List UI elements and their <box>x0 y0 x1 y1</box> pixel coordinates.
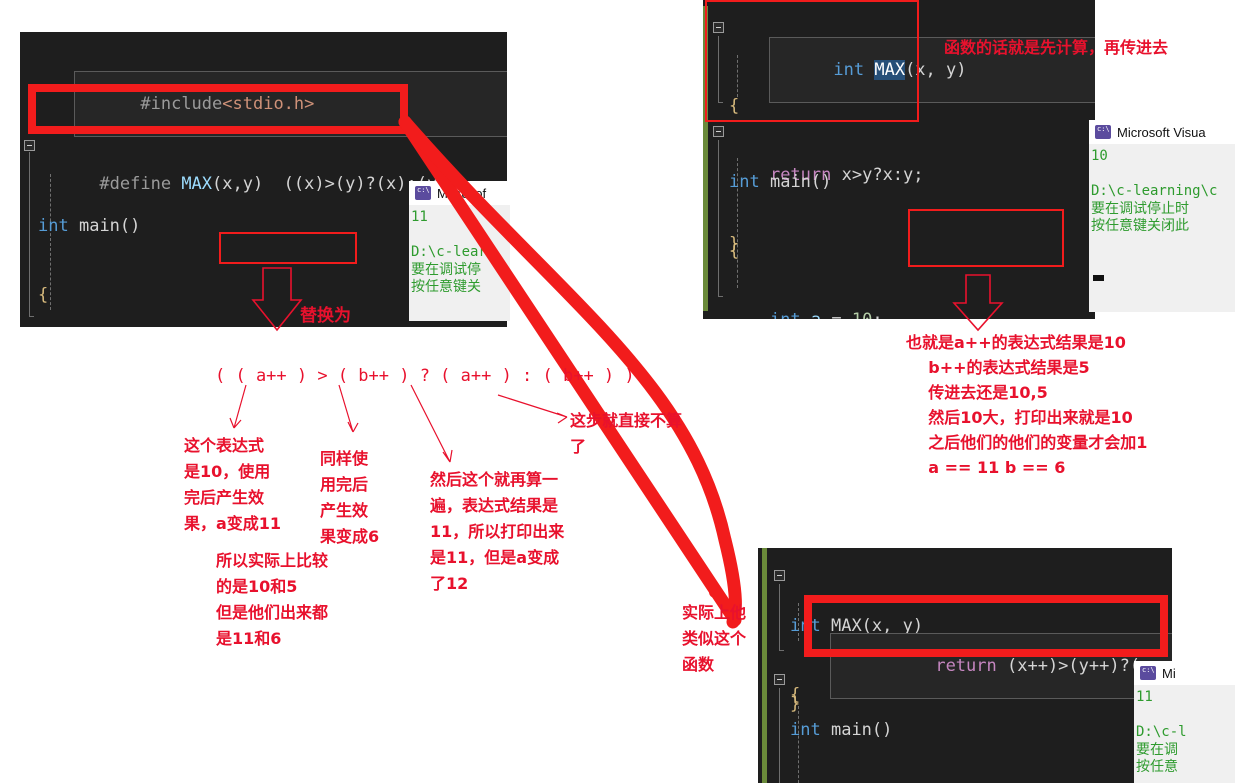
annotation-note-d: 这步就直接不算 了 <box>570 411 683 456</box>
code-line-main2[interactable]: int main() <box>729 174 1057 191</box>
code-line-main2-int-a[interactable]: int a = 10; <box>729 312 1057 320</box>
console-titlebar-bottom: Mi <box>1134 661 1235 685</box>
annotation-note-b: 同样使 用完后 产生效 果变成6 <box>320 449 380 546</box>
structure-guide-main3 <box>779 688 780 783</box>
annotation-expanded-expression: ( ( a++ ) > ( b++ ) ? ( a++ ) : ( b++ ) … <box>215 366 635 386</box>
annotation-replace-with: 替换为 <box>300 306 351 326</box>
structure-guide-main2-foot <box>718 296 723 297</box>
console-output-right: 10 D:\c-learning\c 要在调试停止时 按任意键关闭此 <box>1091 148 1218 234</box>
code-line-main3[interactable]: int main() <box>790 722 1128 739</box>
console-output-left: 11 D:\c-learn 要在调试停 按任意键关 <box>411 209 496 295</box>
structure-guide-max3 <box>779 584 780 650</box>
macro-define-highlight-box <box>28 84 408 134</box>
func-call-highlight-box <box>908 209 1064 267</box>
annotation-note-c: 然后这个就再算一 遍，表达式结果是 11，所以打印出来 是11，但是a变成 了1… <box>430 470 565 593</box>
macro-call-highlight-box <box>219 232 357 264</box>
max-function-highlight-box <box>705 0 919 122</box>
structure-guide <box>29 152 30 316</box>
console-title-right: Microsoft Visua <box>1117 124 1206 140</box>
collapse-toggle-main3[interactable] <box>774 674 785 685</box>
collapse-toggle-max3[interactable] <box>774 570 785 581</box>
console-titlebar-left: Microsof <box>409 181 510 205</box>
annotation-note-e: 所以实际上比较 的是10和5 但是他们出来都 是11和6 <box>216 551 329 648</box>
annotation-similar-function: 实际上他 类似这个 函数 <box>682 603 747 674</box>
console-icon <box>1095 125 1111 139</box>
console-icon <box>415 186 431 200</box>
console-titlebar-right: Microsoft Visua <box>1089 120 1235 144</box>
console-cursor <box>1093 275 1104 281</box>
function-with-postincrement-editor[interactable]: int MAX(x, y) { return (x++)>(y++)?(x++)… <box>758 548 1172 783</box>
structure-guide-max3-foot <box>779 650 784 651</box>
collapse-toggle-main2[interactable] <box>713 126 724 137</box>
annotation-function-header: 函数的话就是先计算，再传进去 <box>944 38 1169 57</box>
annotation-note-a: 这个表达式 是10，使用 完后产生效 果，a变成11 <box>184 436 282 533</box>
console-icon <box>1140 666 1156 680</box>
console-window-left[interactable]: Microsof 11 D:\c-learn 要在调试停 按任意键关 <box>409 181 510 321</box>
structure-guide-foot <box>29 316 34 317</box>
change-indicator-bar-3 <box>762 548 767 783</box>
console-title-bottom: Mi <box>1162 665 1176 681</box>
structure-guide-main2 <box>718 140 719 296</box>
code-line-open-brace[interactable]: { <box>38 287 366 304</box>
console-title-left: Microsof <box>437 185 487 201</box>
curve-endpoint-dot <box>709 586 721 598</box>
console-window-bottom[interactable]: Mi 11 D:\c-l 要在调 按任意 <box>1134 661 1235 783</box>
console-output-bottom: 11 D:\c-l 要在调 按任意 <box>1136 689 1187 775</box>
postincrement-return-highlight-box <box>804 595 1168 657</box>
console-window-right[interactable]: Microsoft Visua 10 D:\c-learning\c 要在调试停… <box>1089 120 1235 312</box>
annotation-function-result: 也就是a++的表达式结果是10 b++的表达式结果是5 传进去还是10,5 然后… <box>906 333 1148 477</box>
